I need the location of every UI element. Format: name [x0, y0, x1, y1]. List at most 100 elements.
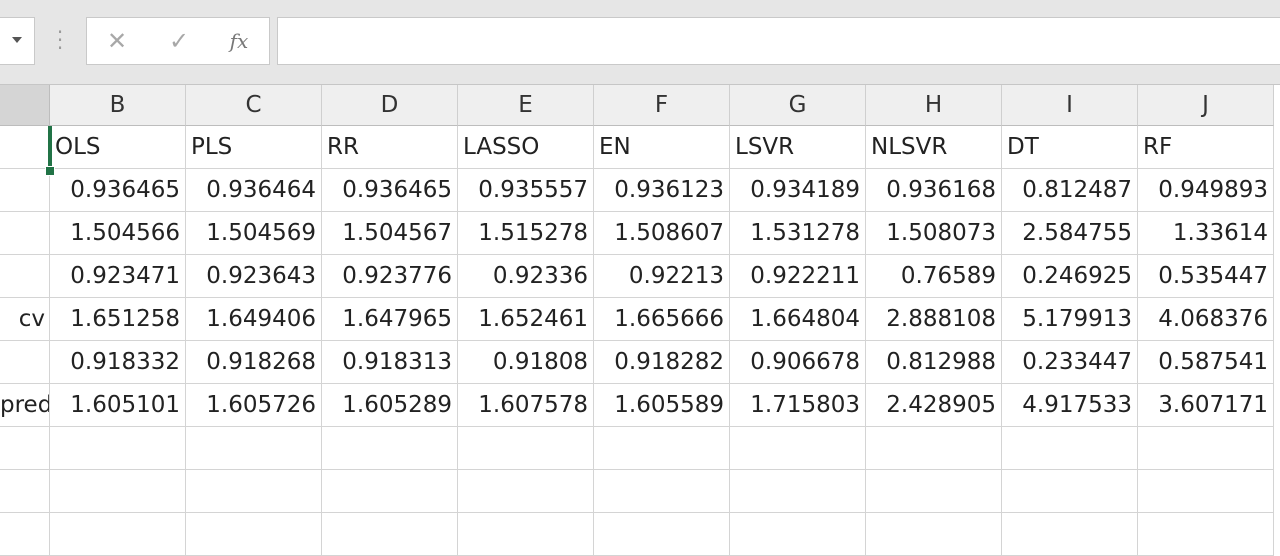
empty-cell[interactable]: [1138, 513, 1274, 556]
column-header-j[interactable]: J: [1138, 85, 1274, 126]
row-label-cell[interactable]: [0, 126, 50, 169]
select-all-corner[interactable]: [0, 85, 50, 126]
data-cell[interactable]: 4.068376: [1138, 298, 1274, 341]
data-cell[interactable]: 1.508073: [866, 212, 1002, 255]
empty-cell[interactable]: [1138, 470, 1274, 513]
row-label-cell[interactable]: [0, 470, 50, 513]
row-label-cell[interactable]: cv: [0, 298, 50, 341]
column-header-f[interactable]: F: [594, 85, 730, 126]
data-cell[interactable]: 0.923776: [322, 255, 458, 298]
data-cell[interactable]: 0.936123: [594, 169, 730, 212]
data-cell[interactable]: 1.652461: [458, 298, 594, 341]
data-cell[interactable]: 2.428905: [866, 384, 1002, 427]
empty-cell[interactable]: [866, 427, 1002, 470]
data-cell[interactable]: 4.917533: [1002, 384, 1138, 427]
empty-cell[interactable]: [730, 427, 866, 470]
data-cell[interactable]: 0.92213: [594, 255, 730, 298]
column-header-b[interactable]: B: [50, 85, 186, 126]
data-cell[interactable]: 0.922211: [730, 255, 866, 298]
empty-cell[interactable]: [458, 427, 594, 470]
empty-cell[interactable]: [1002, 427, 1138, 470]
data-cell[interactable]: 1.664804: [730, 298, 866, 341]
column-header-h[interactable]: H: [866, 85, 1002, 126]
data-cell[interactable]: 0.918332: [50, 341, 186, 384]
data-cell[interactable]: 0.812487: [1002, 169, 1138, 212]
data-cell[interactable]: 0.92336: [458, 255, 594, 298]
empty-cell[interactable]: [594, 470, 730, 513]
data-cell[interactable]: 1.504569: [186, 212, 322, 255]
data-cell[interactable]: 1.715803: [730, 384, 866, 427]
data-cell[interactable]: 1.649406: [186, 298, 322, 341]
formula-input[interactable]: [277, 17, 1280, 65]
row-label-cell[interactable]: [0, 212, 50, 255]
data-cell[interactable]: 0.233447: [1002, 341, 1138, 384]
data-cell[interactable]: 0.936168: [866, 169, 1002, 212]
data-cell[interactable]: 0.934189: [730, 169, 866, 212]
data-cell[interactable]: 1.33614: [1138, 212, 1274, 255]
empty-cell[interactable]: [50, 470, 186, 513]
data-cell[interactable]: 1.605101: [50, 384, 186, 427]
header-cell-pls[interactable]: PLS: [186, 126, 322, 169]
data-cell[interactable]: 1.605726: [186, 384, 322, 427]
data-cell[interactable]: 1.504567: [322, 212, 458, 255]
empty-cell[interactable]: [730, 470, 866, 513]
header-cell-ols[interactable]: OLS: [50, 126, 186, 169]
empty-cell[interactable]: [1002, 470, 1138, 513]
empty-cell[interactable]: [322, 513, 458, 556]
chevron-down-icon[interactable]: [12, 37, 22, 43]
empty-cell[interactable]: [866, 470, 1002, 513]
data-cell[interactable]: 3.607171: [1138, 384, 1274, 427]
data-cell[interactable]: 0.923471: [50, 255, 186, 298]
close-icon[interactable]: ✕: [97, 18, 137, 64]
empty-cell[interactable]: [322, 427, 458, 470]
row-label-cell[interactable]: [0, 255, 50, 298]
data-cell[interactable]: 0.76589: [866, 255, 1002, 298]
empty-cell[interactable]: [730, 513, 866, 556]
data-cell[interactable]: 1.515278: [458, 212, 594, 255]
data-cell[interactable]: 0.812988: [866, 341, 1002, 384]
empty-cell[interactable]: [866, 513, 1002, 556]
column-header-e[interactable]: E: [458, 85, 594, 126]
data-cell[interactable]: 0.91808: [458, 341, 594, 384]
data-cell[interactable]: 5.179913: [1002, 298, 1138, 341]
row-label-cell[interactable]: [0, 427, 50, 470]
header-cell-rr[interactable]: RR: [322, 126, 458, 169]
data-cell[interactable]: 0.923643: [186, 255, 322, 298]
data-cell[interactable]: 1.607578: [458, 384, 594, 427]
data-cell[interactable]: 1.504566: [50, 212, 186, 255]
data-cell[interactable]: 1.647965: [322, 298, 458, 341]
empty-cell[interactable]: [1002, 513, 1138, 556]
data-cell[interactable]: 0.918268: [186, 341, 322, 384]
row-label-cell[interactable]: [0, 513, 50, 556]
data-cell[interactable]: 2.888108: [866, 298, 1002, 341]
data-cell[interactable]: 0.535447: [1138, 255, 1274, 298]
header-cell-en[interactable]: EN: [594, 126, 730, 169]
data-cell[interactable]: 1.651258: [50, 298, 186, 341]
row-label-cell[interactable]: pred: [0, 384, 50, 427]
data-cell[interactable]: 1.605289: [322, 384, 458, 427]
data-cell[interactable]: 0.587541: [1138, 341, 1274, 384]
empty-cell[interactable]: [322, 470, 458, 513]
data-cell[interactable]: 0.935557: [458, 169, 594, 212]
empty-cell[interactable]: [1138, 427, 1274, 470]
empty-cell[interactable]: [458, 470, 594, 513]
header-cell-nlsvr[interactable]: NLSVR: [866, 126, 1002, 169]
empty-cell[interactable]: [594, 427, 730, 470]
column-header-d[interactable]: D: [322, 85, 458, 126]
row-label-cell[interactable]: [0, 341, 50, 384]
empty-cell[interactable]: [458, 513, 594, 556]
empty-cell[interactable]: [186, 427, 322, 470]
column-header-g[interactable]: G: [730, 85, 866, 126]
grip-icon[interactable]: · · ·: [55, 22, 65, 58]
data-cell[interactable]: 1.665666: [594, 298, 730, 341]
data-cell[interactable]: 0.918313: [322, 341, 458, 384]
row-label-cell[interactable]: [0, 169, 50, 212]
header-cell-dt[interactable]: DT: [1002, 126, 1138, 169]
empty-cell[interactable]: [594, 513, 730, 556]
data-cell[interactable]: 2.584755: [1002, 212, 1138, 255]
data-cell[interactable]: 0.936464: [186, 169, 322, 212]
data-cell[interactable]: 0.918282: [594, 341, 730, 384]
data-cell[interactable]: 0.246925: [1002, 255, 1138, 298]
fill-handle[interactable]: [45, 166, 55, 176]
data-cell[interactable]: 0.949893: [1138, 169, 1274, 212]
